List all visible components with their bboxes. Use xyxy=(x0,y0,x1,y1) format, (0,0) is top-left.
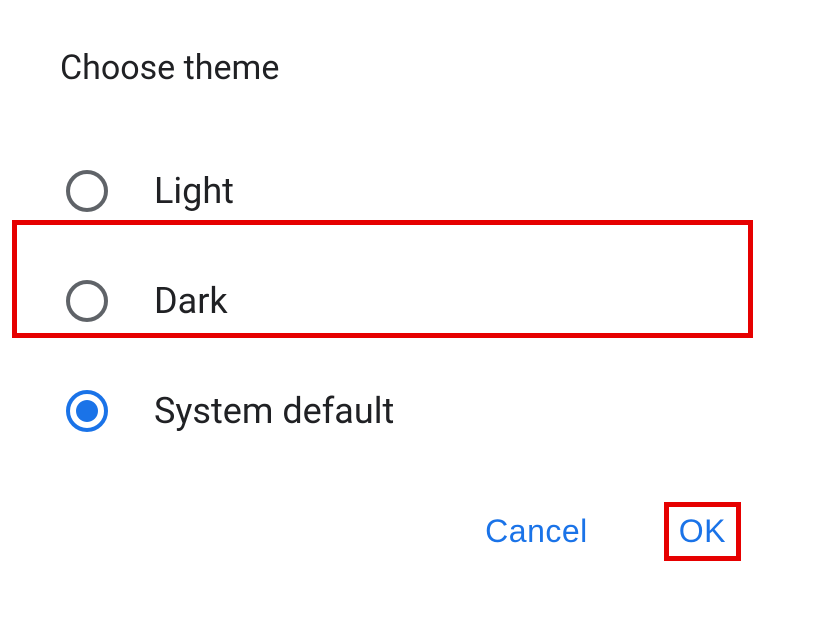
option-label: System default xyxy=(154,390,394,432)
option-label: Dark xyxy=(154,280,228,322)
choose-theme-dialog: Choose theme Light Dark System default C… xyxy=(0,0,813,601)
cancel-button[interactable]: Cancel xyxy=(471,503,602,560)
ok-highlight-box: OK xyxy=(664,502,741,561)
dialog-title: Choose theme xyxy=(60,48,753,88)
theme-option-light[interactable]: Light xyxy=(60,136,753,246)
theme-options: Light Dark System default xyxy=(60,136,753,466)
dialog-actions: Cancel OK xyxy=(60,502,753,561)
radio-icon xyxy=(66,170,108,212)
theme-option-dark[interactable]: Dark xyxy=(60,246,753,356)
radio-icon-selected xyxy=(66,390,108,432)
option-label: Light xyxy=(154,170,234,212)
ok-button[interactable]: OK xyxy=(669,507,736,556)
radio-icon xyxy=(66,280,108,322)
theme-option-system-default[interactable]: System default xyxy=(60,356,753,466)
